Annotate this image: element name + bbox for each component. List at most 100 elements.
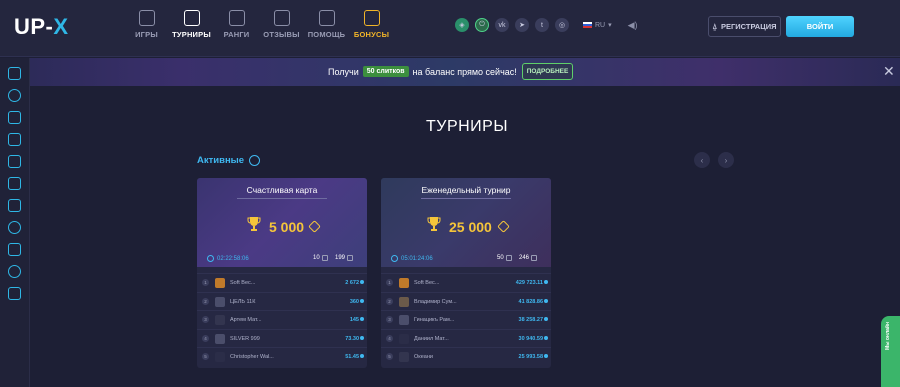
prize-amount: 5 000 [269, 219, 305, 235]
rank: 2 [386, 297, 393, 305]
divider [237, 198, 327, 199]
tournament-name: Еженедельный турнир [421, 185, 511, 195]
login-button[interactable]: ВОЙТИ [786, 16, 854, 37]
language-label: RU [595, 21, 606, 29]
trophy-icon [427, 217, 441, 231]
login-label: ВОЙТИ [806, 22, 834, 31]
roulette-icon[interactable] [8, 265, 21, 278]
page-title: ТУРНИРЫ [426, 118, 508, 135]
score: 41 828.86 [518, 298, 543, 305]
rank: 5 [202, 353, 209, 360]
register-button[interactable]: ⍙ РЕГИСТРАЦИЯ [708, 16, 781, 37]
gold-bar-icon [308, 220, 321, 233]
online-chat-tab[interactable]: Мы онлайн [881, 316, 900, 387]
wheel-icon[interactable] [8, 89, 21, 102]
promo-chip: 50 слитков [362, 66, 409, 77]
reviews-icon [273, 10, 290, 26]
player-name: Владимир Сум... [414, 298, 457, 305]
close-icon[interactable]: ✕ [883, 63, 895, 80]
player-name: Soft Bec... [230, 280, 256, 286]
nav-label: ИГРЫ [135, 30, 158, 39]
help-icon [318, 10, 335, 26]
vk-icon[interactable]: vk [495, 18, 509, 32]
logo-x: X [53, 14, 69, 39]
dice-icon [138, 10, 155, 26]
users-icon [347, 255, 354, 261]
twitter-icon[interactable]: t [535, 18, 549, 32]
nav-bonuses[interactable]: БОНУСЫ [349, 10, 394, 39]
rank: 5 [386, 353, 393, 360]
instagram-icon[interactable]: ◎ [555, 18, 569, 32]
promo-text-before: Получи [328, 66, 359, 77]
avatar [215, 278, 225, 288]
shield-icon[interactable]: ◈ [455, 18, 469, 32]
power-icon[interactable]: ⏻ [475, 18, 489, 32]
table-row: 3 Гинацикъ Рам... 38 258.27 [381, 310, 551, 329]
stat-participants: 199 [335, 255, 354, 261]
table-row: 2 ЦЕЛЬ 11К 360 [197, 291, 367, 311]
player-name: Гинацикъ Рам... [414, 317, 455, 323]
flag-icon [583, 22, 592, 28]
rank: 3 [386, 316, 393, 323]
rank: 4 [386, 334, 393, 342]
gold-bar-icon [497, 220, 510, 233]
slots-icon[interactable] [8, 177, 21, 190]
next-arrow-icon[interactable]: › [718, 152, 734, 168]
language-select[interactable]: RU ▾ [583, 21, 612, 29]
player-name: Океани [414, 354, 433, 360]
pyramid-icon[interactable] [8, 199, 21, 212]
nav-games[interactable]: ИГРЫ [124, 10, 169, 39]
nav-label: БОНУСЫ [353, 30, 390, 39]
table-row: 2 Владимир Сум... 41 828.86 [381, 291, 551, 311]
main-nav: ИГРЫ ТУРНИРЫ РАНГИ ОТЗЫВЫ ПОМОЩЬ БОНУСЫ [124, 10, 394, 39]
rank: 1 [386, 279, 393, 286]
sound-icon[interactable]: ◀) [628, 20, 638, 31]
table-row: 4 Даниил Мат... 30 940.59 [381, 328, 551, 348]
nav-help[interactable]: ПОМОЩЬ [304, 10, 349, 39]
nav-tournaments[interactable]: ТУРНИРЫ [169, 10, 214, 39]
user-plus-icon: ⍙ [712, 21, 718, 31]
avatar [399, 278, 409, 288]
telegram-icon[interactable]: ➤ [515, 18, 529, 32]
chart-icon[interactable] [8, 67, 21, 80]
score-icon [544, 298, 548, 303]
player-name: Даниил Мат... [414, 335, 449, 342]
score: 2 672 [345, 280, 359, 286]
score: 25 993.58 [518, 354, 543, 360]
bomb-icon[interactable] [8, 221, 21, 234]
table-row: 5 Океани 25 993.58 [381, 347, 551, 366]
avatar [215, 315, 225, 325]
timer-value: 02:22:58:06 [217, 255, 249, 262]
score-icon [360, 354, 364, 358]
divider [421, 198, 511, 199]
tournament-card[interactable]: Еженедельный турнир 25 000 05:01:24:06 5… [381, 178, 551, 368]
prev-arrow-icon[interactable]: ‹ [694, 152, 710, 168]
promo-banner: Получи 50 слитков на баланс прямо сейчас… [0, 58, 900, 86]
rank: 4 [202, 334, 209, 342]
rank: 3 [202, 316, 209, 323]
nav-label: ТУРНИРЫ [172, 30, 211, 39]
rocket-icon[interactable] [8, 287, 21, 300]
card-header: Еженедельный турнир 25 000 05:01:24:06 5… [381, 178, 551, 267]
stat-value: 246 [519, 255, 530, 261]
promo-text: Получи 50 слитков на баланс прямо сейчас… [328, 66, 517, 77]
nav-ranks[interactable]: РАНГИ [214, 10, 259, 39]
avatar [215, 296, 225, 307]
score: 73.30 [345, 335, 359, 342]
avatar [215, 333, 225, 344]
chat-tab-label: Мы онлайн [885, 322, 891, 350]
score: 429 723.11 [515, 280, 543, 286]
cards-icon[interactable] [8, 155, 21, 168]
logo[interactable]: UP-X [14, 14, 69, 40]
star-icon [505, 255, 512, 261]
ladder-icon[interactable] [8, 243, 21, 256]
nav-reviews[interactable]: ОТЗЫВЫ [259, 10, 304, 39]
table-row: 5 Christopher Wal... 51.45 [197, 347, 367, 366]
bonus-icon [363, 10, 380, 26]
score-icon [360, 317, 364, 321]
active-tab[interactable]: Активные [197, 155, 261, 166]
score: 51.45 [345, 354, 359, 360]
score: 38 258.27 [518, 317, 543, 323]
tournament-card[interactable]: Счастливая карта 5 000 02:22:58:06 10 19… [197, 178, 367, 368]
promo-details-button[interactable]: ПОДРОБНЕЕ [522, 63, 573, 80]
